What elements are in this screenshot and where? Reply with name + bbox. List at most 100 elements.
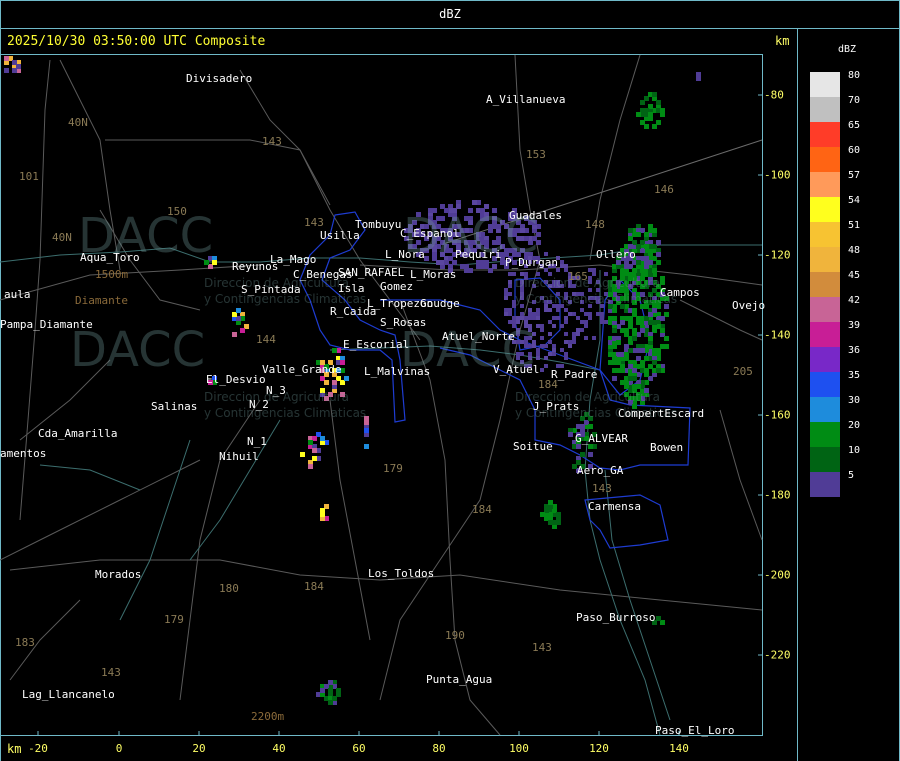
place-gomez: Gomez bbox=[380, 280, 414, 293]
echo-pixel bbox=[552, 344, 556, 348]
echo-pixel bbox=[548, 308, 552, 312]
echo-pixel bbox=[596, 312, 600, 316]
echo-pixel bbox=[532, 312, 536, 316]
place-el-desvio: El_Desvio bbox=[206, 373, 266, 386]
echo-pixel bbox=[612, 308, 617, 313]
echo-pixel bbox=[364, 444, 369, 449]
echo-pixel bbox=[536, 316, 540, 320]
echo-pixel bbox=[540, 344, 544, 348]
echo-pixel bbox=[588, 316, 592, 320]
echo-pixel bbox=[628, 376, 633, 381]
y-tick-label: -140 bbox=[764, 328, 791, 342]
echo-pixel bbox=[632, 268, 637, 273]
place-aero-ga: Aero_GA bbox=[577, 464, 624, 477]
echo-pixel bbox=[640, 100, 645, 105]
echo-pixel bbox=[492, 264, 497, 269]
place-c-alvear: G_ALVEAR bbox=[575, 432, 628, 445]
echo-pixel bbox=[648, 336, 653, 341]
y-tick-label: -80 bbox=[764, 88, 784, 102]
echo-pixel bbox=[536, 356, 540, 360]
watermark-text-3b: y Contingencias Climaticas bbox=[204, 406, 367, 420]
echo-pixel bbox=[540, 336, 544, 340]
echo-pixel bbox=[528, 312, 532, 316]
echo-pixel bbox=[600, 316, 604, 320]
echo-pixel bbox=[636, 260, 641, 265]
echo-pixel bbox=[564, 264, 568, 268]
echo-pixel bbox=[552, 352, 556, 356]
echo-pixel bbox=[656, 260, 661, 265]
echo-pixel bbox=[576, 332, 580, 336]
place-amentos: amentos bbox=[0, 447, 47, 460]
echo-pixel bbox=[364, 420, 369, 425]
route-number: 180 bbox=[219, 582, 239, 595]
product-title: dBZ bbox=[439, 7, 461, 21]
echo-pixel bbox=[508, 308, 512, 312]
legend-label: 36 bbox=[848, 345, 861, 356]
echo-pixel bbox=[328, 680, 333, 685]
route-number: 143 bbox=[592, 482, 612, 495]
echo-pixel bbox=[540, 368, 544, 372]
echo-pixel bbox=[640, 328, 645, 333]
echo-pixel bbox=[624, 356, 629, 361]
echo-pixel bbox=[576, 328, 580, 332]
echo-pixel bbox=[656, 252, 661, 257]
place-elev-1500: 1500m bbox=[95, 268, 129, 281]
place-punta-agua: Punta_Agua bbox=[426, 673, 493, 686]
echo-pixel bbox=[552, 348, 556, 352]
echo-pixel bbox=[584, 324, 588, 328]
place-n-3: N_3 bbox=[266, 384, 286, 397]
echo-pixel bbox=[644, 356, 649, 361]
echo-pixel bbox=[588, 268, 592, 272]
place-pampa-diamante: Pampa_Diamante bbox=[0, 318, 93, 331]
echo-pixel bbox=[508, 280, 512, 284]
echo-pixel bbox=[612, 376, 617, 381]
echo-pixel bbox=[544, 344, 548, 348]
river-line bbox=[39, 464, 141, 491]
echo-pixel bbox=[564, 356, 568, 360]
legend-label: 80 bbox=[848, 70, 861, 81]
place-atuel-norte: Atuel_Norte bbox=[442, 330, 515, 343]
route-number: 101 bbox=[19, 170, 39, 183]
echo-pixel bbox=[544, 364, 548, 368]
echo-pixel bbox=[532, 316, 536, 320]
echo-pixel bbox=[540, 324, 544, 328]
echo-pixel bbox=[632, 308, 637, 313]
echo-pixel bbox=[632, 368, 637, 373]
x-tick-label: 60 bbox=[352, 742, 366, 755]
echo-pixel bbox=[620, 320, 625, 325]
legend-swatch bbox=[810, 347, 840, 372]
echo-pixel bbox=[660, 108, 665, 113]
echo-pixel bbox=[300, 452, 305, 457]
echo-pixel bbox=[504, 308, 508, 312]
place-campos: Campos bbox=[660, 286, 700, 299]
place-isla: Isla bbox=[338, 282, 365, 295]
place-l-malvinas: L_Malvinas bbox=[364, 365, 431, 378]
legend-swatch bbox=[810, 472, 840, 497]
legend-swatch bbox=[810, 272, 840, 297]
echo-pixel bbox=[524, 316, 528, 320]
x-tick-label: 100 bbox=[509, 742, 529, 755]
echo-pixel bbox=[540, 328, 544, 332]
place-r-padre: R_Padre bbox=[551, 368, 598, 381]
echo-pixel bbox=[12, 68, 17, 73]
echo-pixel bbox=[4, 56, 9, 61]
echo-pixel bbox=[644, 124, 649, 129]
echo-pixel bbox=[576, 424, 581, 429]
echo-pixel bbox=[588, 312, 592, 316]
echo-pixel bbox=[320, 688, 325, 693]
echo-pixel bbox=[332, 696, 337, 701]
echo-pixel bbox=[656, 100, 661, 105]
place-s-rosas: S_Rosas bbox=[380, 316, 427, 329]
x-tick-label: 120 bbox=[589, 742, 609, 755]
legend-label: 54 bbox=[848, 195, 861, 206]
road-line bbox=[0, 459, 201, 561]
echo-pixel bbox=[504, 312, 508, 316]
legend-swatch bbox=[810, 297, 840, 322]
route-number: 150 bbox=[167, 205, 187, 218]
echo-pixel bbox=[604, 320, 608, 324]
echo-pixel bbox=[660, 316, 665, 321]
road-line bbox=[105, 139, 331, 206]
echo-pixel bbox=[332, 380, 337, 385]
legend-swatch bbox=[810, 322, 840, 347]
echo-pixel bbox=[620, 368, 625, 373]
